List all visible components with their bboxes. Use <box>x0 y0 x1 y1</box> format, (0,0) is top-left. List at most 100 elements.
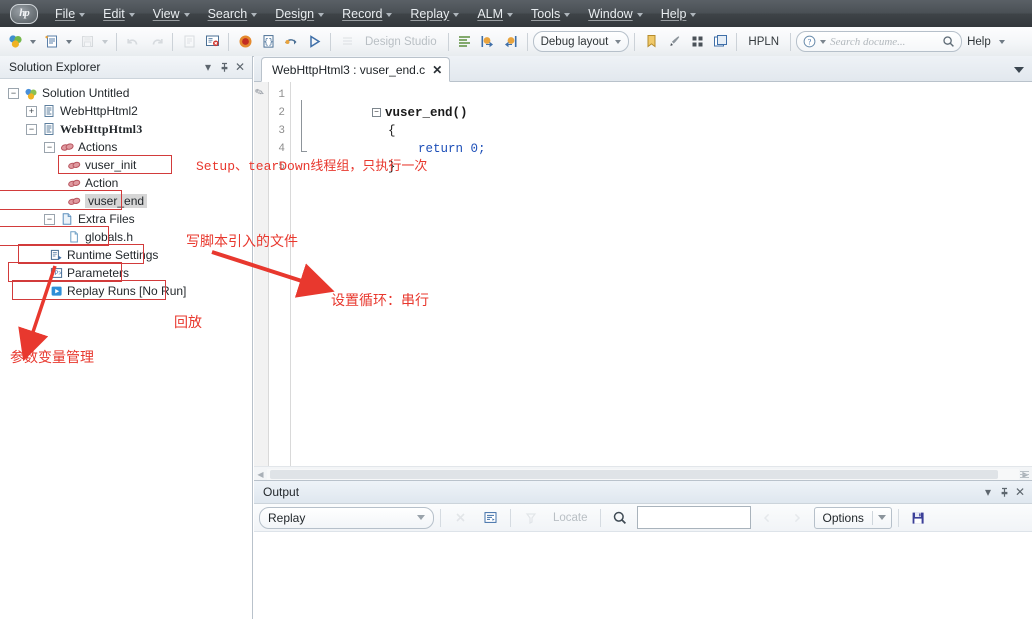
chevron-down-icon <box>251 12 258 17</box>
expander-minus-icon[interactable]: − <box>44 213 55 225</box>
script-errors-icon[interactable] <box>201 31 223 53</box>
search-icon[interactable] <box>607 507 634 528</box>
windows-icon[interactable] <box>709 31 731 53</box>
header-file-icon <box>66 230 82 244</box>
chevron-down-icon[interactable] <box>873 515 891 520</box>
brush-icon[interactable] <box>663 31 685 53</box>
locate-label: Locate <box>553 511 588 524</box>
output-panel: Output ▾ ✕ Replay Locate Options <box>254 480 1032 620</box>
new-solution-icon[interactable] <box>4 31 26 53</box>
correlation-end-icon[interactable] <box>500 31 522 53</box>
line-number: 4 <box>278 143 285 155</box>
step-icon[interactable]: {} <box>257 31 279 53</box>
tree-item-vuser-end[interactable]: vuser_end <box>0 190 252 210</box>
menu-item-help[interactable]: Help <box>652 3 706 25</box>
word-wrap-icon[interactable] <box>477 507 504 528</box>
options-label: Options <box>822 510 864 525</box>
expander-plus-icon[interactable]: + <box>26 105 37 117</box>
tree-item-parameters[interactable]: <P> Parameters <box>0 262 252 282</box>
toolbar-separator <box>116 32 117 51</box>
tree-item-solution[interactable]: − Solution Untitled <box>0 84 252 102</box>
scroll-left-icon[interactable]: ◀ <box>254 468 267 481</box>
close-icon[interactable]: ✕ <box>1012 484 1028 500</box>
pin-icon[interactable] <box>216 59 232 75</box>
resize-grip[interactable] <box>1020 471 1029 480</box>
menu-item-label: ALM <box>477 6 504 21</box>
menu-item-label: Search <box>207 6 248 21</box>
tree-item-actions[interactable]: − Actions <box>0 138 252 156</box>
menu-item-window[interactable]: Window <box>579 3 651 25</box>
menu-item-label: Record <box>342 6 383 21</box>
code-editor[interactable]: ✎ 1 2 3 4 5 − vuser_end() { return 0;} … <box>253 82 1032 481</box>
expander-minus-icon[interactable]: − <box>44 141 55 153</box>
tree-item-action[interactable]: Action <box>0 174 252 192</box>
tree-item-runtime-settings[interactable]: Runtime Settings <box>0 244 252 264</box>
close-icon[interactable]: ✕ <box>232 59 248 75</box>
correlation-start-icon[interactable] <box>477 31 499 53</box>
tab-list-dropdown-icon[interactable] <box>1012 63 1026 77</box>
save-icon <box>76 31 98 53</box>
bookmark-icon[interactable] <box>640 31 662 53</box>
help-dropdown[interactable] <box>996 31 1008 53</box>
record-icon[interactable] <box>234 31 256 53</box>
debug-layout-button[interactable]: Debug layout <box>532 31 630 52</box>
chevron-down-icon <box>820 39 827 44</box>
menu-item-replay[interactable]: Replay <box>401 3 468 25</box>
dropdown-icon[interactable]: ▾ <box>980 484 996 500</box>
line-number: 3 <box>278 125 285 137</box>
menu-item-tools[interactable]: Tools <box>522 3 579 25</box>
tree-item-replay-runs[interactable]: Replay Runs [No Run] <box>0 280 252 300</box>
code-lines[interactable]: − vuser_end() { return 0; } <box>291 82 1032 481</box>
menu-item-design[interactable]: Design <box>266 3 333 25</box>
hpln-button[interactable]: HPLN <box>742 36 785 48</box>
editor-tab-label: WebHttpHtml3 : vuser_end.c <box>272 62 426 77</box>
output-search-input[interactable] <box>636 506 751 529</box>
save-output-icon[interactable] <box>905 507 932 528</box>
editor-tab-strip: WebHttpHtml3 : vuser_end.c ✕ <box>254 56 1032 82</box>
replay-icon[interactable] <box>303 31 325 53</box>
tree-item-webhttphtml3[interactable]: − WebHttpHtml3 <box>0 120 252 138</box>
menu-item-edit[interactable]: Edit <box>94 3 144 25</box>
output-content[interactable] <box>254 532 1032 620</box>
menu-item-search[interactable]: Search <box>199 3 267 25</box>
scroll-thumb[interactable] <box>270 469 998 479</box>
save-dropdown <box>99 31 111 53</box>
expander-minus-icon[interactable]: − <box>8 87 19 99</box>
close-icon[interactable]: ✕ <box>432 64 442 76</box>
new-solution-dropdown[interactable] <box>27 31 39 53</box>
search-input[interactable]: Search docume... <box>830 36 938 48</box>
grid-icon[interactable] <box>686 31 708 53</box>
output-header: Output ▾ ✕ <box>254 481 1032 504</box>
snapshot-icon[interactable] <box>454 31 476 53</box>
editor-tab-vuser-end[interactable]: WebHttpHtml3 : vuser_end.c ✕ <box>261 57 451 82</box>
replay-runs-icon <box>48 284 64 298</box>
menu-item-view[interactable]: View <box>144 3 199 25</box>
fold-guide-line <box>301 100 302 152</box>
menu-item-label: Help <box>660 6 687 21</box>
runtime-viewer-icon[interactable] <box>280 31 302 53</box>
pin-icon[interactable] <box>996 484 1012 500</box>
tree-item-vuser-init[interactable]: vuser_init <box>0 155 252 174</box>
editor-horizontal-scrollbar[interactable]: ◀ ▶ <box>254 466 1032 481</box>
scroll-track[interactable] <box>267 468 1019 480</box>
search-docs-box[interactable]: ? Search docume... <box>796 31 963 52</box>
action-icon <box>66 158 82 172</box>
help-button[interactable]: Help <box>963 36 995 48</box>
main-toolbar: {} Design Studio Debug layout HPLN ? Sea… <box>0 27 1032 57</box>
output-source-select[interactable]: Replay <box>259 506 434 529</box>
tree-item-globals-h[interactable]: globals.h <box>0 226 252 246</box>
menu-item-alm[interactable]: ALM <box>468 3 522 25</box>
expander-minus-icon[interactable]: − <box>26 123 37 135</box>
new-script-icon[interactable] <box>40 31 62 53</box>
output-toolbar: Replay Locate Options <box>254 504 1032 532</box>
tree-item-webhttphtml2[interactable]: + WebHttpHtml2 <box>0 102 252 120</box>
options-button[interactable]: Options <box>813 506 892 529</box>
new-script-dropdown[interactable] <box>63 31 75 53</box>
tree-item-extra-files[interactable]: − Extra Files <box>0 210 252 228</box>
menu-item-record[interactable]: Record <box>333 3 401 25</box>
toolbar-separator <box>447 32 449 51</box>
menu-item-file[interactable]: File <box>46 3 94 25</box>
menu-item-label: Tools <box>531 6 561 21</box>
dropdown-icon[interactable]: ▾ <box>200 59 216 75</box>
menu-item-label: Replay <box>410 6 450 21</box>
